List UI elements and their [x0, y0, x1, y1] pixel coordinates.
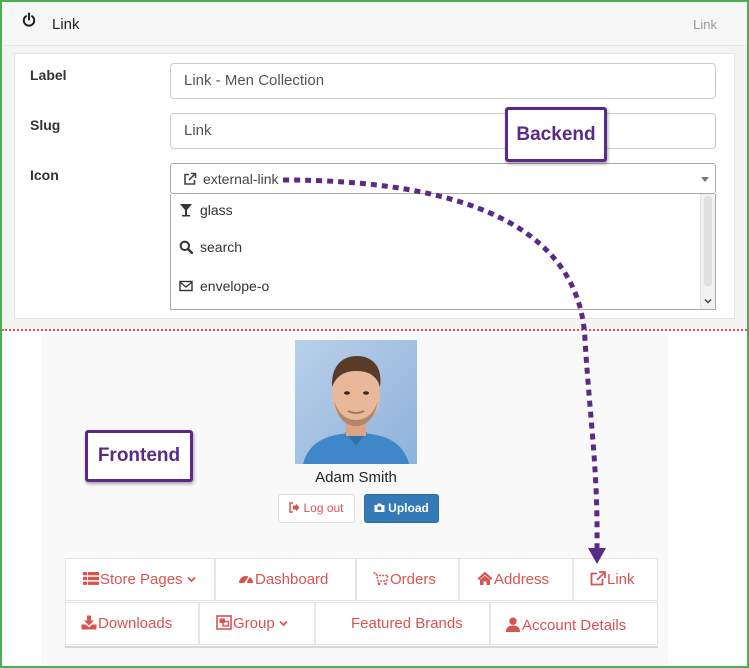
- dropdown-option-envelope-o[interactable]: envelope-o: [179, 276, 689, 298]
- nav-address[interactable]: Address: [459, 558, 573, 601]
- scrollbar-thumb[interactable]: [704, 196, 712, 286]
- backend-panel: Link Link Label Link - Men Collection Sl…: [2, 2, 747, 331]
- upload-button[interactable]: Upload: [364, 494, 439, 523]
- panel-title: Link: [52, 16, 80, 33]
- label-field-label: Label: [30, 67, 67, 83]
- backend-callout: Backend: [505, 107, 607, 162]
- nav-label: Downloads: [98, 615, 173, 632]
- nav-downloads[interactable]: Downloads: [65, 602, 199, 645]
- slug-field-label: Slug: [30, 117, 61, 133]
- nav-group[interactable]: Group: [199, 602, 315, 645]
- logout-label: Log out: [303, 501, 344, 515]
- user-icon: [506, 617, 520, 632]
- upload-label: Upload: [388, 501, 429, 515]
- external-link-icon: [590, 571, 606, 586]
- dropdown-option-label: envelope-o: [200, 278, 270, 294]
- dropdown-option-label: search: [200, 239, 243, 255]
- slug-input[interactable]: Link: [170, 113, 716, 149]
- sign-out-icon: [289, 502, 300, 513]
- nav-label: Featured Brands: [351, 615, 463, 632]
- frontend-account-page: Adam Smith Log out Upload Store Pages Da…: [42, 333, 668, 665]
- chevron-down-icon: [701, 177, 709, 182]
- nav-featured-brands[interactable]: Featured Brands: [315, 602, 490, 645]
- envelope-o-icon: [179, 280, 193, 292]
- chevron-down-icon: [186, 576, 196, 583]
- nav-dashboard[interactable]: Dashboard: [215, 558, 356, 601]
- menu-item-form: Label Link - Men Collection Slug Link Ic…: [14, 53, 735, 319]
- cart-arrow-down-icon: [373, 572, 389, 586]
- scroll-down-icon[interactable]: [704, 297, 712, 305]
- object-group-icon: [216, 615, 232, 630]
- nav-orders[interactable]: Orders: [356, 558, 459, 601]
- dropdown-scrollbar[interactable]: [700, 194, 715, 309]
- nav-bottom-border: [65, 646, 658, 648]
- nav-label: Account Details: [522, 617, 627, 634]
- logout-button[interactable]: Log out: [278, 494, 355, 523]
- icon-select[interactable]: external-link: [170, 163, 716, 194]
- dashboard-icon: [239, 575, 253, 584]
- panel-header: Link Link: [2, 2, 747, 46]
- label-input[interactable]: Link - Men Collection: [170, 63, 716, 99]
- chevron-down-icon: [279, 620, 288, 627]
- search-icon: [179, 240, 193, 254]
- nav-label: Orders: [390, 571, 436, 588]
- dropdown-option-label: glass: [200, 202, 233, 218]
- camera-icon: [374, 503, 385, 512]
- nav-store-pages[interactable]: Store Pages: [65, 558, 215, 601]
- section-divider: [2, 329, 747, 331]
- nav-label: Store Pages: [100, 571, 183, 588]
- icon-dropdown-list: glass search envelope-o: [170, 194, 716, 310]
- nav-label: Dashboard: [255, 571, 329, 588]
- panel-breadcrumb: Link: [693, 17, 717, 32]
- dropdown-option-search[interactable]: search: [179, 237, 689, 259]
- nav-link[interactable]: Link: [573, 558, 658, 601]
- icon-select-value: external-link: [203, 171, 279, 187]
- download-icon: [81, 615, 97, 630]
- nav-label: Address: [494, 571, 550, 588]
- profile-name: Adam Smith: [315, 469, 397, 486]
- icon-field-label: Icon: [30, 167, 59, 183]
- dropdown-option-glass[interactable]: glass: [179, 200, 689, 222]
- glass-icon: [180, 204, 192, 217]
- nav-label: Link: [607, 571, 635, 588]
- th-list-icon: [83, 572, 99, 585]
- home-icon: [477, 571, 493, 585]
- avatar: [295, 340, 417, 464]
- power-icon: [22, 12, 36, 27]
- external-link-icon: [184, 172, 197, 185]
- account-navigation: Store Pages Dashboard Orders Address Lin…: [65, 558, 658, 646]
- nav-label: Group: [233, 615, 275, 632]
- nav-account-details[interactable]: Account Details: [490, 602, 658, 645]
- frontend-callout: Frontend: [85, 430, 193, 482]
